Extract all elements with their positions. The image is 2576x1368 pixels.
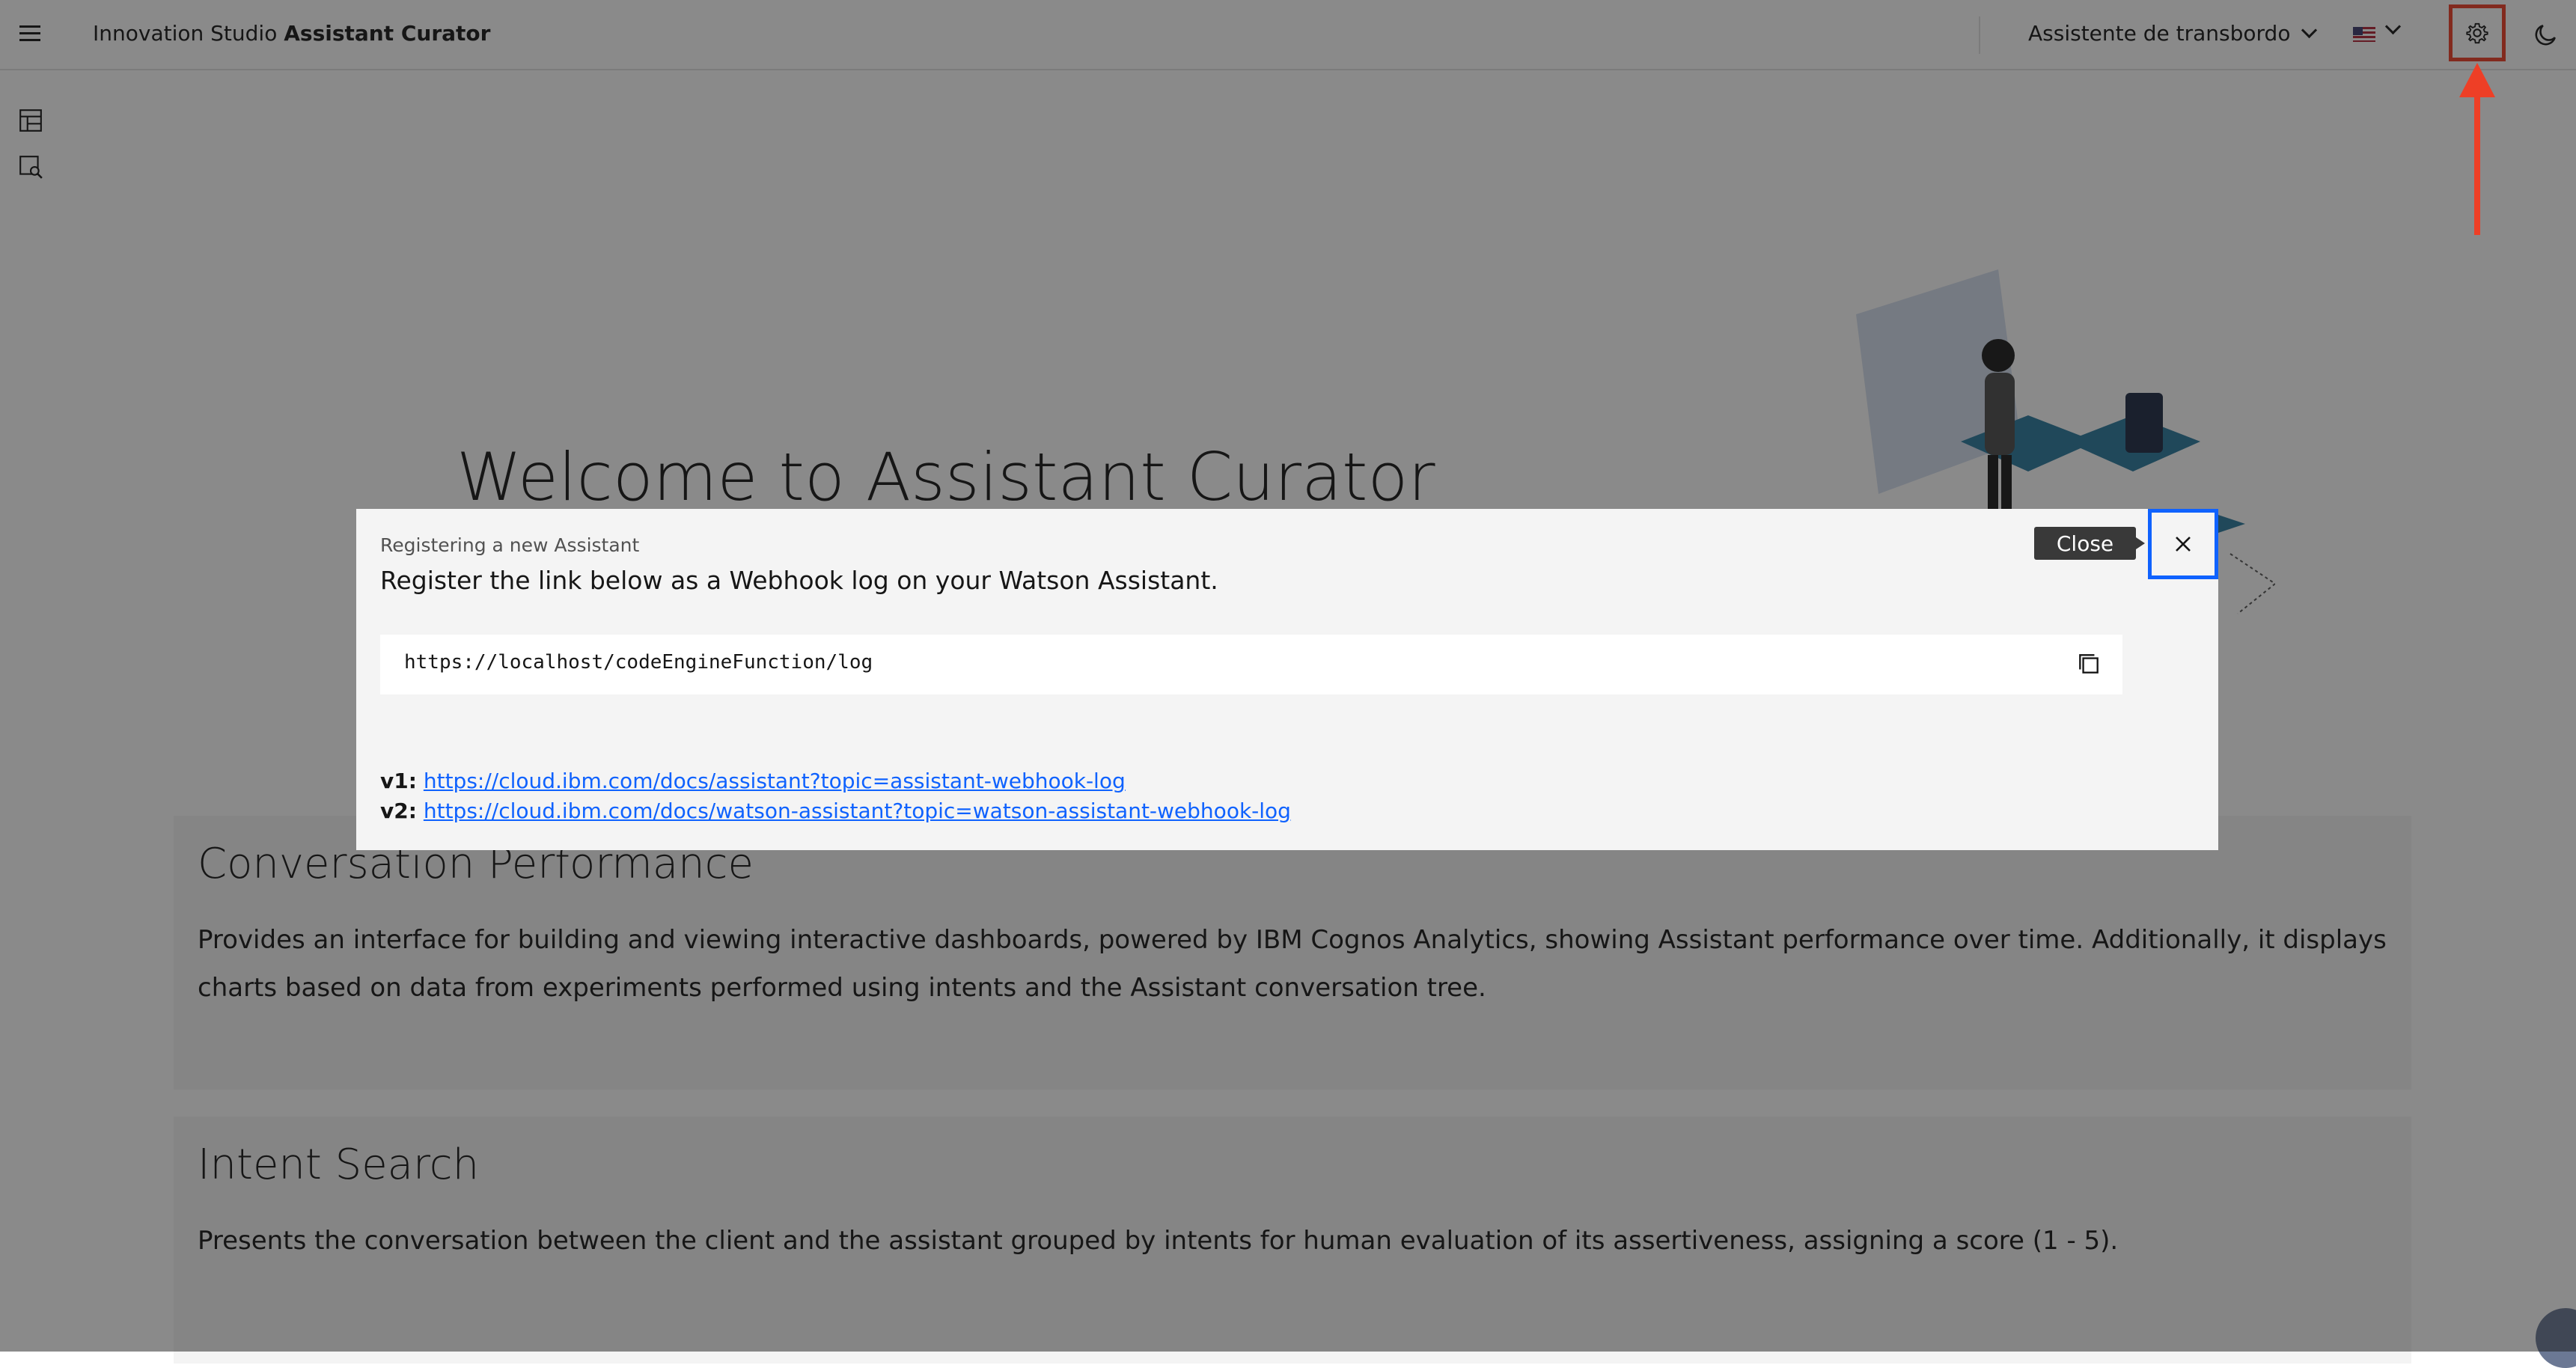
docs-link-v1: v1: https://cloud.ibm.com/docs/assistant…: [380, 766, 1291, 796]
close-tooltip: Close: [2034, 527, 2145, 560]
copy-icon[interactable]: [2076, 651, 2102, 677]
link-prefix: v1:: [380, 769, 417, 793]
register-assistant-modal: Registering a new Assistant Register the…: [356, 509, 2218, 850]
annotation-arrow-icon: [2459, 63, 2495, 235]
webhook-url-snippet[interactable]: https://localhost/codeEngineFunction/log: [380, 635, 2122, 694]
docs-links: v1: https://cloud.ibm.com/docs/assistant…: [380, 766, 1291, 826]
link-prefix: v2:: [380, 798, 417, 823]
docs-link[interactable]: https://cloud.ibm.com/docs/assistant?top…: [424, 769, 1126, 793]
modal-heading: Register the link below as a Webhook log…: [380, 566, 1218, 595]
webhook-url: https://localhost/codeEngineFunction/log: [404, 651, 873, 674]
close-icon: [2176, 537, 2191, 552]
modal-label: Registering a new Assistant: [380, 534, 640, 556]
docs-link[interactable]: https://cloud.ibm.com/docs/watson-assist…: [424, 798, 1291, 823]
docs-link-v2: v2: https://cloud.ibm.com/docs/watson-as…: [380, 796, 1291, 826]
close-button[interactable]: [2148, 509, 2218, 579]
